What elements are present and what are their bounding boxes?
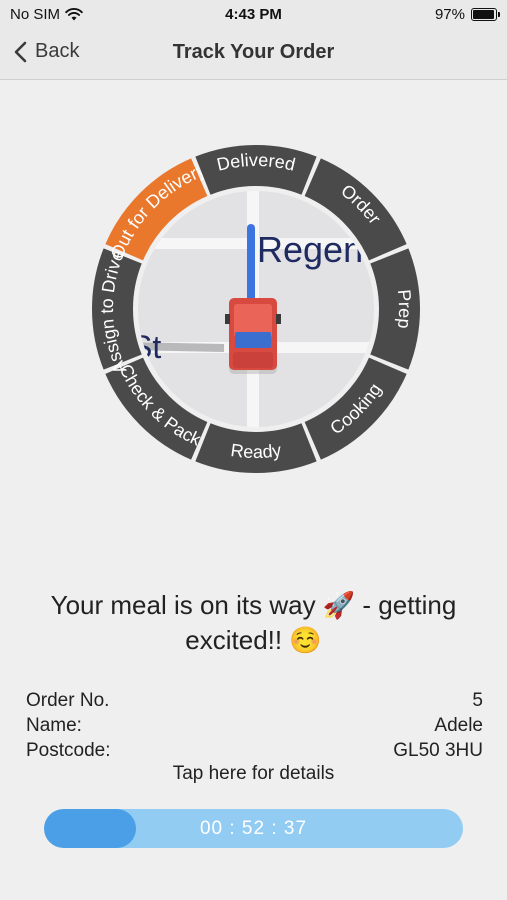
battery-icon bbox=[471, 8, 500, 21]
map-street-label: Regen bbox=[257, 229, 363, 270]
stage-ready-label: Ready bbox=[230, 440, 283, 462]
postcode-label: Postcode: bbox=[26, 740, 111, 761]
status-message: Your meal is on its way 🚀 - getting exci… bbox=[50, 590, 457, 655]
navigation-bar: Back Track Your Order bbox=[0, 28, 507, 80]
customer-name-value: Adele bbox=[434, 715, 483, 736]
chevron-left-icon bbox=[14, 41, 27, 62]
back-label: Back bbox=[35, 40, 80, 62]
stage-prep-label: Prep bbox=[394, 289, 415, 330]
customer-name-label: Name: bbox=[26, 715, 82, 736]
order-number-label: Order No. bbox=[26, 690, 110, 711]
status-time: 4:43 PM bbox=[225, 6, 282, 23]
order-tracker: Regen St Order Prep Cooking Ready Check & Pa… bbox=[89, 142, 423, 476]
order-number-value: 5 bbox=[472, 690, 483, 711]
delivery-vehicle-icon bbox=[225, 298, 281, 374]
customer-name-row: Name: Adele bbox=[26, 713, 483, 738]
postcode-value: GL50 3HU bbox=[393, 740, 483, 761]
order-details: Order No. 5 Name: Adele Postcode: GL50 3… bbox=[26, 688, 483, 763]
status-right: 97% bbox=[434, 6, 500, 23]
details-link[interactable]: Tap here for details bbox=[0, 763, 507, 785]
status-bar: No SIM 4:43 PM 97% bbox=[0, 0, 507, 28]
timer-text: 00 : 52 : 37 bbox=[199, 818, 308, 839]
tracker-wheel: Regen St OrderPrepCookingReadyCheck & Pa… bbox=[91, 144, 421, 474]
back-button[interactable]: Back bbox=[14, 40, 79, 63]
battery-percent: 97% bbox=[434, 6, 465, 23]
postcode-row: Postcode: GL50 3HU bbox=[26, 738, 483, 763]
order-number-row: Order No. 5 bbox=[26, 688, 483, 713]
delivery-timer: 00 : 52 : 37 bbox=[44, 809, 463, 848]
